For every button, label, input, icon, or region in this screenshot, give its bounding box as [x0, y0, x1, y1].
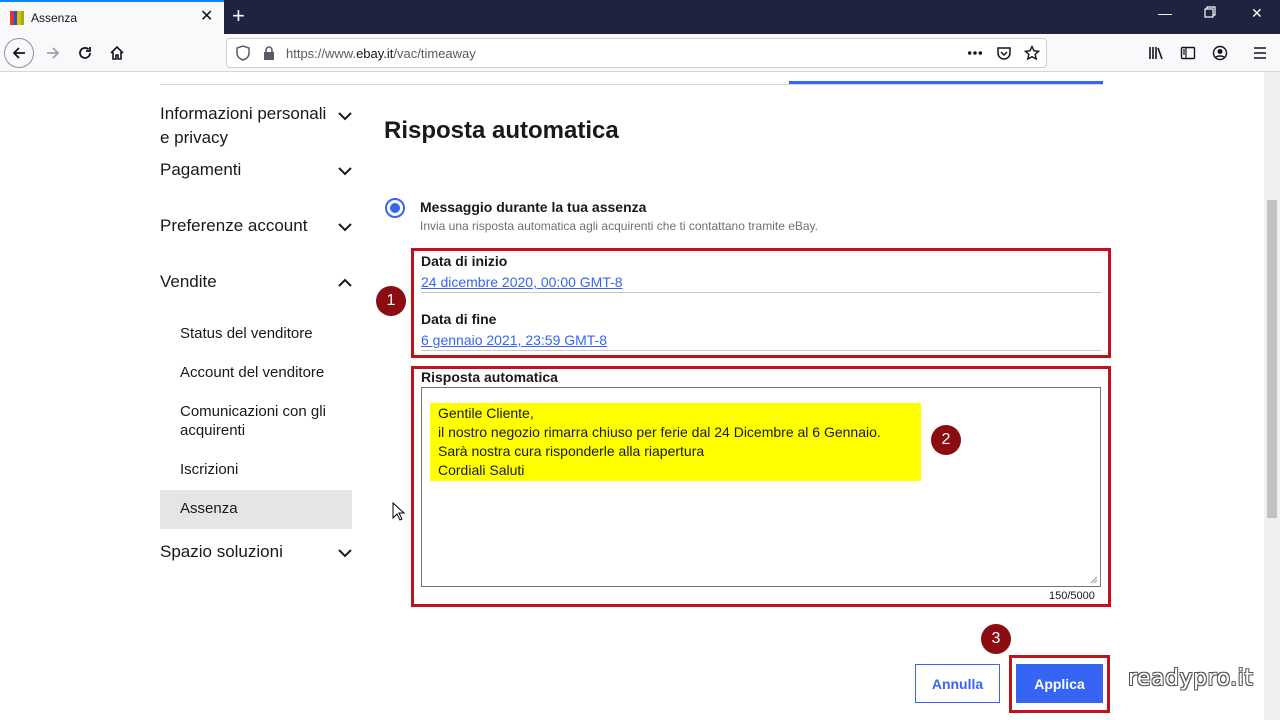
sidebar-item-account-preferences[interactable]: Preferenze account — [160, 214, 307, 238]
more-icon[interactable] — [967, 45, 983, 61]
sidebar-subitem-subscriptions[interactable]: Iscrizioni — [180, 460, 238, 479]
sidebar-subitem-label: acquirenti — [180, 422, 246, 439]
option-subtitle: Invia una risposta automatica agli acqui… — [420, 219, 818, 233]
chevron-down-icon[interactable] — [337, 108, 353, 124]
start-date-link[interactable]: 24 dicembre 2020, 00:00 GMT-8 — [421, 274, 623, 290]
lock-icon[interactable] — [261, 45, 277, 61]
top-divider — [160, 84, 1103, 85]
resize-handle-icon[interactable] — [1090, 576, 1098, 584]
away-message-radio[interactable] — [385, 198, 405, 218]
forward-icon[interactable] — [38, 38, 68, 68]
message-line: il nostro negozio rimarra chiuso per fer… — [438, 424, 881, 440]
scrollbar[interactable] — [1264, 72, 1280, 720]
step-badge-3: 3 — [981, 624, 1011, 654]
reload-icon[interactable] — [70, 38, 100, 68]
message-line: Gentile Cliente, — [438, 405, 534, 421]
divider — [421, 292, 1101, 293]
window-close-icon[interactable]: ✕ — [1251, 6, 1263, 20]
restore-icon[interactable] — [1204, 6, 1216, 20]
option-title: Messaggio durante la tua assenza — [420, 199, 647, 215]
chevron-down-icon[interactable] — [337, 219, 353, 235]
end-date-link[interactable]: 6 gennaio 2021, 23:59 GMT-8 — [421, 332, 607, 348]
new-tab-icon[interactable]: + — [232, 5, 245, 27]
ebay-favicon-icon — [10, 11, 24, 25]
shield-icon[interactable] — [235, 45, 251, 61]
menu-icon[interactable] — [1252, 45, 1268, 61]
sidebar-item-selling[interactable]: Vendite — [160, 270, 217, 294]
chevron-up-icon[interactable] — [337, 275, 353, 291]
reply-label: Risposta automatica — [421, 369, 558, 385]
sidebar-item-solutions[interactable]: Spazio soluzioni — [160, 540, 283, 564]
tab-bar: Assenza ✕ + — ✕ — [0, 0, 1280, 34]
sidebar-subitem-seller-account[interactable]: Account del venditore — [180, 363, 324, 382]
message-line: Sarà nostra cura risponderle alla riaper… — [438, 443, 705, 459]
sidebar-item-label: Informazioni personali — [160, 104, 327, 123]
watermark: readypro.it — [1128, 666, 1254, 691]
sidebar-item-privacy[interactable]: Informazioni personali e privacy — [160, 102, 326, 150]
back-icon[interactable] — [4, 38, 34, 68]
home-icon[interactable] — [102, 38, 132, 68]
start-date-label: Data di inizio — [421, 253, 508, 269]
active-tab-indicator — [789, 81, 1103, 84]
url-text[interactable]: https://www.ebay.it/vac/timeaway — [286, 46, 476, 61]
chevron-down-icon[interactable] — [337, 163, 353, 179]
tab-title: Assenza — [31, 11, 78, 25]
pocket-icon[interactable] — [996, 45, 1012, 61]
step-badge-2: 2 — [931, 425, 961, 455]
library-icon[interactable] — [1148, 45, 1164, 61]
sidebar-subitem-label: Comunicazioni con gli — [180, 403, 326, 420]
sidebar-subitem-buyer-communications[interactable]: Comunicazioni con gli acquirenti — [180, 402, 326, 440]
character-counter: 150/5000 — [1049, 590, 1095, 602]
browser-tab-active[interactable]: Assenza ✕ — [0, 0, 224, 34]
sidebar-item-payments[interactable]: Pagamenti — [160, 158, 241, 182]
bookmark-star-icon[interactable] — [1024, 45, 1040, 61]
page-content: Informazioni personali e privacy Pagamen… — [0, 72, 1264, 720]
message-line: Cordiali Saluti — [438, 462, 525, 478]
sidebar-icon[interactable] — [1180, 45, 1196, 61]
end-date-label: Data di fine — [421, 311, 497, 327]
sidebar-subitem-seller-status[interactable]: Status del venditore — [180, 324, 313, 343]
sidebar-subitem-time-away[interactable]: Assenza — [180, 499, 238, 518]
tab-close-icon[interactable]: ✕ — [200, 9, 213, 25]
step-badge-1: 1 — [376, 286, 406, 316]
sidebar-item-label: e privacy — [160, 128, 229, 147]
divider — [421, 350, 1101, 351]
account-icon[interactable] — [1212, 45, 1228, 61]
mouse-cursor-icon — [392, 502, 406, 521]
scrollbar-thumb[interactable] — [1267, 200, 1277, 518]
cancel-button[interactable]: Annulla — [915, 664, 1000, 703]
navigation-toolbar: https://www.ebay.it/vac/timeaway — [0, 34, 1280, 72]
minimize-icon[interactable]: — — [1158, 6, 1172, 20]
url-bar[interactable]: https://www.ebay.it/vac/timeaway — [226, 38, 1047, 68]
apply-button[interactable]: Applica — [1016, 664, 1103, 703]
page-title: Risposta automatica — [384, 117, 619, 144]
chevron-down-icon[interactable] — [337, 545, 353, 561]
